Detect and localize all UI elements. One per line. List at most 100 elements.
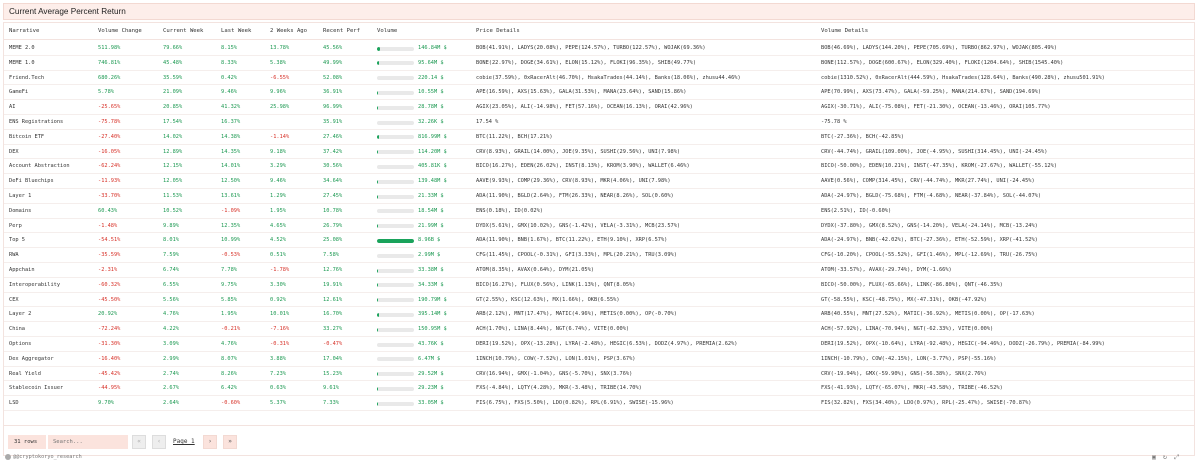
cell-price-details: DERI(19.52%), OPX(-13.28%), LYRA(-2.48%)…	[476, 341, 738, 347]
cell-volume-details: ENS(2.51%), ID(-0.60%)	[821, 207, 892, 214]
cell-volume-change: -44.95%	[98, 385, 121, 392]
cell-volume-change: -75.78%	[98, 119, 121, 125]
cell-narrative: ENS Registrations	[9, 119, 64, 125]
table-row[interactable]: Top 5 -54.51% 8.01% 10.99% 4.52% 25.08% ADA(11…	[4, 233, 1194, 249]
header-2-weeks-ago[interactable]: 2 Weeks Ago	[270, 23, 307, 40]
next-page-icon[interactable]: ›	[203, 435, 217, 449]
header-volume[interactable]: Volume	[377, 23, 397, 40]
table-row[interactable]: AI -25.65% 20.85% 41.32% 25.98% 96.99% AGIX(23…	[4, 100, 1194, 115]
cell-recent-perf: 96.99%	[323, 104, 343, 111]
cell-volume: 146.84M $	[418, 45, 447, 51]
table-row[interactable]: China -72.24% 4.22% -0.21% -7.16% 33.27% ACH(1…	[4, 322, 1194, 337]
table-row[interactable]: LSD 9.70% 2.64% -0.60% 5.37% 7.33% FIS(6.75%),…	[4, 396, 1194, 411]
header-current-week[interactable]: Current Week	[163, 23, 203, 40]
table-row[interactable]: Friend.Tech 680.26% 35.59% 0.42% -6.55% 52.08…	[4, 71, 1194, 86]
cell-price-details: BONE(22.97%), DOGE(34.61%), ELON(15.12%)…	[476, 59, 697, 66]
cell-2-weeks-ago: 0.51%	[270, 252, 286, 259]
header-volume-change[interactable]: Volume Change	[98, 23, 142, 40]
cell-narrative: Dex Aggregator	[9, 355, 54, 362]
cell-last-week: 14.35%	[221, 148, 241, 155]
cell-narrative: Options	[9, 341, 32, 347]
cell-current-week: 4.22%	[163, 326, 179, 333]
cell-2-weeks-ago: 5.38%	[270, 59, 286, 66]
cell-volume-details: ADA(-24.97%), BGLD(-75.68%), FTM(-4.68%)…	[821, 193, 1042, 199]
cell-volume-change: -62.24%	[98, 163, 121, 170]
cell-price-details: FIS(6.75%), FXS(5.50%), LDO(0.82%), RPL(…	[476, 400, 674, 407]
cell-recent-perf: 27.45%	[323, 193, 343, 199]
first-page-icon[interactable]: «	[132, 435, 146, 449]
cell-volume-change: -16.05%	[98, 148, 121, 155]
camera-icon[interactable]: ▣	[1152, 453, 1156, 461]
cell-last-week: 14.01%	[221, 163, 241, 170]
fullscreen-icon[interactable]: ⤢	[1174, 453, 1179, 461]
table-row[interactable]: GameFi 5.78% 21.09% 9.46% 9.96% 36.91% APE(16.…	[4, 85, 1194, 101]
table-row[interactable]: Interoperability -60.32% 6.55% 9.75% 3.30% 19…	[4, 278, 1194, 293]
cell-recent-perf: 15.23%	[323, 370, 343, 377]
header-price-details[interactable]: Price Details	[476, 23, 520, 40]
table-row[interactable]: Options -31.30% 3.09% 4.76% -0.31% -0.47% DERI…	[4, 337, 1194, 352]
header-last-week[interactable]: Last Week	[221, 23, 251, 40]
volume-bar	[377, 194, 414, 199]
cell-volume: 395.14M $	[418, 311, 447, 318]
table-row[interactable]: Appchain -2.31% 6.74% 7.78% -1.78% 12.76% ATOM…	[4, 263, 1194, 278]
volume-bar-fill	[377, 90, 379, 95]
table-row[interactable]: DeFi Bluechips -11.93% 12.05% 12.50% 9.46% 34…	[4, 174, 1194, 189]
table-header: Narrative Volume Change Current Week Las…	[4, 23, 1194, 40]
cell-2-weeks-ago: 9.46%	[270, 178, 286, 185]
cell-volume-change: -11.93%	[98, 178, 121, 185]
cell-volume: 190.79M $	[418, 296, 447, 303]
cell-price-details: ACH(1.70%), LINA(8.44%), NGT(6.74%), VIT…	[476, 326, 630, 333]
header-volume-details[interactable]: Volume Details	[821, 23, 868, 40]
table-row[interactable]: CEX -45.50% 5.56% 5.85% 0.92% 12.61% GT(2.55%)…	[4, 293, 1194, 308]
volume-bar-fill	[377, 386, 379, 391]
cell-recent-perf: 27.46%	[323, 133, 343, 140]
table-row[interactable]: ENS Registrations -75.78% 17.54% 16.37% 35.9…	[4, 115, 1194, 130]
page-indicator[interactable]: Page 1	[173, 435, 195, 449]
cell-volume-change: -60.32%	[98, 281, 121, 288]
header-recent-perf[interactable]: Recent Perf	[323, 23, 360, 40]
table-row[interactable]: Stablecoin Issuer -44.95% 2.67% 6.42% 0.63% 9…	[4, 381, 1194, 397]
cell-recent-perf: 36.91%	[323, 89, 343, 96]
cell-price-details: cobie(37.59%), 0xRacerAlt(46.70%), Hsaka…	[476, 74, 741, 81]
cell-volume-change: -27.40%	[98, 133, 121, 140]
cell-2-weeks-ago: 0.92%	[270, 296, 286, 303]
cell-recent-perf: 9.61%	[323, 385, 339, 392]
cell-narrative: Layer 1	[9, 193, 32, 199]
cell-2-weeks-ago: 4.65%	[270, 222, 286, 229]
cell-recent-perf: 33.27%	[323, 326, 343, 333]
volume-bar	[377, 298, 414, 303]
table-row[interactable]: Layer 1 -33.70% 11.53% 13.61% 1.29% 27.45% ADA…	[4, 189, 1194, 204]
table-row[interactable]: Bitcoin ETF -27.40% 14.02% 14.38% -1.14% 27.4…	[4, 130, 1194, 145]
table-row[interactable]: Real Yield -45.42% 2.74% 8.26% 7.23% 15.23% CR…	[4, 367, 1194, 382]
cell-recent-perf: 12.76%	[323, 267, 343, 273]
cell-volume: 32.26K $	[418, 119, 444, 125]
volume-bar-fill	[377, 46, 380, 51]
last-page-icon[interactable]: »	[223, 435, 237, 449]
table-row[interactable]: Perp -1.48% 9.89% 12.35% 4.65% 26.79% DYDX(5.6…	[4, 219, 1194, 234]
cell-current-week: 2.67%	[163, 385, 179, 392]
prev-page-icon[interactable]: ‹	[152, 435, 166, 449]
cell-price-details: CFG(11.45%), CPOOL(-0.31%), GFI(3.33%), …	[476, 252, 677, 259]
cell-price-details: BICO(16.27%), FLUX(0.56%), LINK(1.13%), …	[476, 281, 636, 288]
cell-volume: 95.64M $	[418, 59, 444, 66]
panel-title: Current Average Percent Return	[3, 3, 1195, 20]
cell-narrative: MEME 2.0	[9, 45, 35, 51]
cell-2-weeks-ago: 25.98%	[270, 104, 290, 111]
table-row[interactable]: MEME 1.0 746.81% 45.48% 8.33% 5.38% 49.99% BON…	[4, 56, 1194, 71]
table-row[interactable]: Domains 60.43% 10.52% -1.09% 1.95% 10.78% ENS(…	[4, 204, 1194, 219]
table-row[interactable]: RWA -35.59% 7.59% -0.53% 0.51% 7.58% CFG(11.45…	[4, 248, 1194, 263]
cell-last-week: 4.76%	[221, 341, 237, 347]
cell-narrative: Friend.Tech	[9, 74, 45, 81]
cell-price-details: 1INCH(10.79%), COW(-7.52%), LON(1.01%), …	[476, 355, 636, 362]
table-row[interactable]: Dex Aggregator -16.40% 2.99% 8.07% 3.88% 17.0…	[4, 352, 1194, 367]
table-row[interactable]: Layer 2 20.92% 4.76% 1.95% 10.01% 16.70% ARB(2…	[4, 307, 1194, 323]
table-row[interactable]: MEME 2.0 511.98% 79.66% 8.15% 13.78% 45.56% BO…	[4, 41, 1194, 56]
table-row[interactable]: Account Abstraction -62.24% 12.15% 14.01% 3.…	[4, 159, 1194, 175]
cell-recent-perf: 10.78%	[323, 207, 343, 214]
cell-current-week: 21.09%	[163, 89, 183, 96]
cell-narrative: MEME 1.0	[9, 59, 35, 66]
table-row[interactable]: DEX -16.05% 12.89% 14.35% 9.18% 37.42% CRV(8.9…	[4, 145, 1194, 160]
search-input[interactable]	[48, 435, 128, 449]
header-narrative[interactable]: Narrative	[9, 23, 39, 40]
refresh-icon[interactable]: ↻	[1163, 453, 1167, 461]
